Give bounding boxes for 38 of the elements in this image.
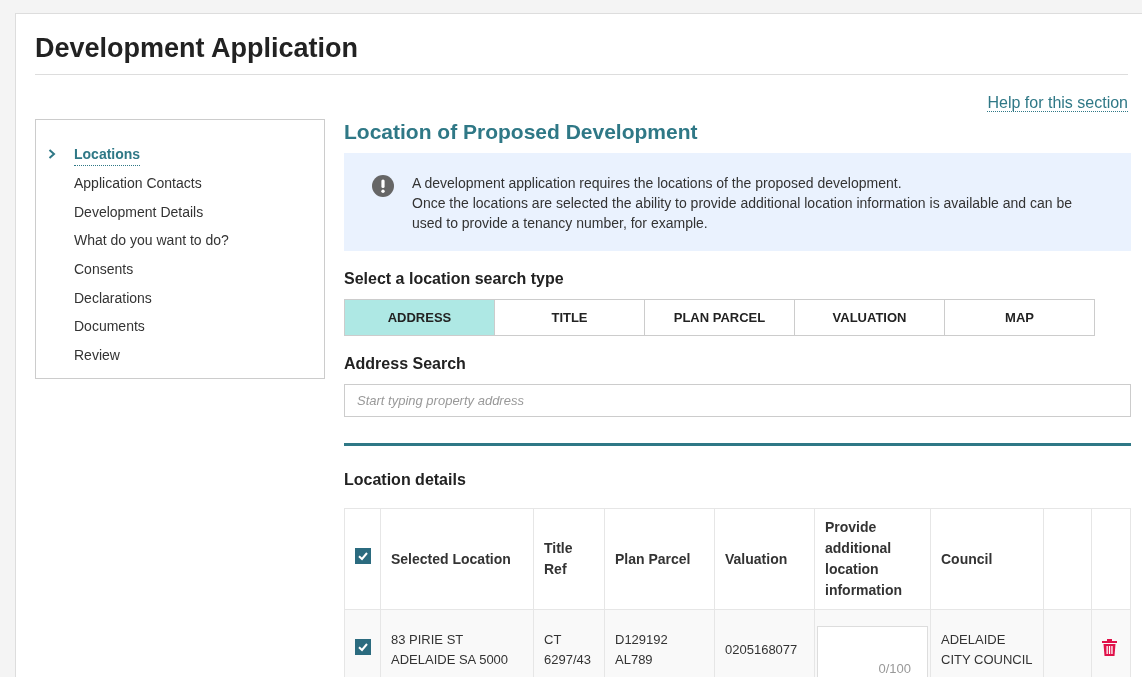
column-header: Selected Location <box>380 508 534 610</box>
search-type-tab[interactable]: PLAN PARCEL <box>644 299 795 337</box>
search-type-tab[interactable]: TITLE <box>494 299 645 337</box>
table-cell: 83 PIRIE ST ADELAIDE SA 5000 <box>380 609 534 677</box>
sidebar-item[interactable]: Application Contacts <box>74 172 202 194</box>
table-cell: D129192 AL789 <box>604 609 715 677</box>
sidebar-item[interactable]: Development Details <box>74 201 204 223</box>
table-cell: 0205168077 <box>714 609 815 677</box>
column-header: Title Ref <box>533 508 605 610</box>
character-counter: 0/100 <box>878 660 911 677</box>
column-header: Council <box>930 508 1044 610</box>
search-type-tab[interactable]: ADDRESS <box>344 299 495 337</box>
sidebar-item[interactable]: Declarations <box>74 287 152 309</box>
column-header: Provide additional location information <box>814 508 931 610</box>
search-type-tab[interactable]: MAP <box>944 299 1095 337</box>
address-search-label: Address Search <box>344 354 467 375</box>
sidebar-item[interactable]: What do you want to do? <box>74 230 229 252</box>
checkbox[interactable] <box>355 639 371 656</box>
chevron-icon <box>48 149 56 160</box>
delete-icon[interactable] <box>1102 638 1117 656</box>
sidebar-item[interactable]: Documents <box>74 316 145 338</box>
search-type-label: Select a location search type <box>344 269 565 290</box>
sidebar-item[interactable]: Review <box>74 345 120 367</box>
table-cell: CT 6297/43 <box>533 609 605 677</box>
help-link[interactable]: Help for this section <box>987 94 1128 113</box>
table-cell: ADELAIDE CITY COUNCIL <box>930 609 1044 677</box>
column-header: Valuation <box>714 508 815 610</box>
section-title: Location of Proposed Development <box>344 119 699 145</box>
search-type-tab[interactable]: VALUATION <box>794 299 945 337</box>
info-text: A development application requires the locations of the proposed development. Once the locations are selected the ability to provide additional location information is available and can be used to provide a tenancy number, for example. <box>412 173 1073 234</box>
checkbox[interactable] <box>355 548 371 565</box>
sidebar-item[interactable]: Consents <box>74 259 134 280</box>
page-title: Development Application <box>35 32 1128 76</box>
exclamation-icon <box>372 174 394 197</box>
location-details-title: Location details <box>344 470 467 491</box>
column-header: Plan Parcel <box>604 508 715 610</box>
address-search-field[interactable]: Start typing property address <box>344 384 1131 418</box>
sidebar-item[interactable]: Locations <box>74 143 141 166</box>
